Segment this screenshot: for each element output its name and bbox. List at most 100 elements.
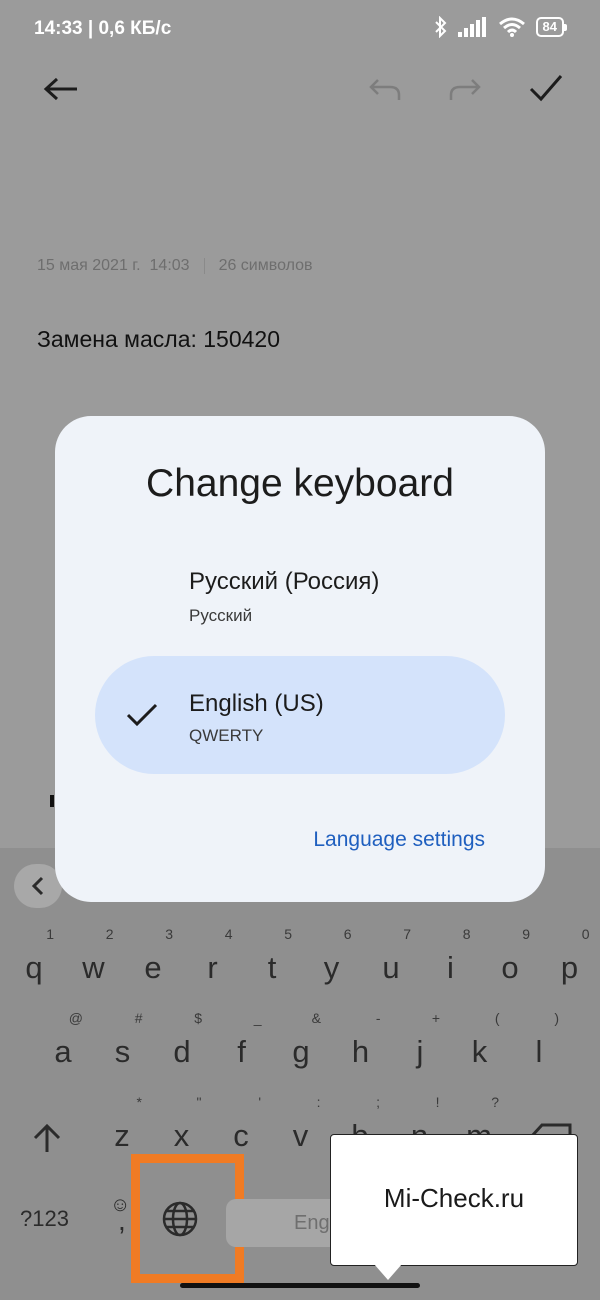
status-time: 14:33 | 0,6 КБ/с xyxy=(34,18,172,39)
key-c[interactable]: ' c xyxy=(219,1094,263,1154)
key-label: z xyxy=(114,1118,130,1153)
key-label: s xyxy=(114,1034,131,1069)
back-button[interactable] xyxy=(36,66,86,112)
watermark-callout: Mi-Check.ru xyxy=(330,1134,578,1266)
key-hint: ( xyxy=(494,1010,500,1026)
option-russian-name[interactable]: Русский (Россия) xyxy=(189,568,379,596)
battery-indicator: 84 xyxy=(535,17,568,37)
bluetooth-icon xyxy=(434,16,446,38)
key-hint: 4 xyxy=(224,926,233,942)
key-label: d xyxy=(173,1034,191,1069)
key-label: f xyxy=(237,1034,246,1069)
key-label: p xyxy=(560,950,579,985)
key-x[interactable]: " x xyxy=(160,1094,204,1154)
meta-divider xyxy=(203,258,205,274)
key-label: a xyxy=(54,1034,72,1069)
key-r[interactable]: 4r xyxy=(191,926,235,986)
key-hint: 1 xyxy=(46,926,54,942)
key-h[interactable]: -h xyxy=(339,1010,383,1070)
key-hint: 2 xyxy=(105,926,114,942)
key-u[interactable]: 7u xyxy=(369,926,413,986)
key-y[interactable]: 6y xyxy=(310,926,354,986)
key-hint: 3 xyxy=(165,926,173,942)
space-key-label: Eng xyxy=(294,1212,330,1234)
key-label: v xyxy=(292,1118,309,1153)
note-body[interactable]: Замена масла: 150420 xyxy=(37,326,280,353)
key-p[interactable]: 0p xyxy=(548,926,592,986)
chevron-left-icon xyxy=(31,876,44,896)
key-hint: ) xyxy=(554,1010,559,1026)
signal-icon xyxy=(457,17,486,37)
key-hint: - xyxy=(375,1010,381,1026)
callout-tail xyxy=(374,1264,402,1280)
key-z[interactable]: * z xyxy=(100,1094,144,1154)
key-label: o xyxy=(501,950,519,985)
redo-button[interactable] xyxy=(442,66,488,112)
language-settings-link[interactable]: Language settings xyxy=(313,828,485,852)
key-label: h xyxy=(351,1034,370,1069)
key-hint: * xyxy=(136,1094,142,1110)
key-hint: : xyxy=(316,1094,321,1110)
shift-key[interactable] xyxy=(30,1122,66,1154)
key-hint: ! xyxy=(435,1094,440,1110)
key-g[interactable]: & g xyxy=(279,1010,323,1070)
selected-check-icon xyxy=(124,700,160,730)
key-s[interactable]: # s xyxy=(101,1010,145,1070)
dialog-title: Change keyboard xyxy=(146,462,454,505)
option-english-name: English (US) xyxy=(189,690,324,717)
key-label: j xyxy=(416,1034,424,1069)
key-v[interactable]: :v xyxy=(279,1094,323,1154)
key-hint: $ xyxy=(194,1010,202,1026)
key-i[interactable]: 8i xyxy=(429,926,473,986)
key-w[interactable]: 2w xyxy=(72,926,116,986)
note-meta: 15 мая 2021 г. 14:03 26 символов xyxy=(37,257,313,275)
key-label: k xyxy=(471,1034,488,1069)
key-f[interactable]: _ f xyxy=(220,1010,264,1070)
key-hint: ? xyxy=(491,1094,499,1110)
key-hint: _ xyxy=(253,1010,262,1026)
status-bar: 14:33 | 0,6 КБ/с 84 xyxy=(0,0,600,60)
numbers-key[interactable]: ?123 xyxy=(20,1206,69,1232)
key-k[interactable]: (k xyxy=(458,1010,502,1070)
key-label: u xyxy=(382,950,400,985)
key-hint: 5 xyxy=(284,926,292,942)
arrow-up-icon xyxy=(33,1123,61,1152)
undo-icon xyxy=(369,79,401,100)
key-hint: # xyxy=(134,1010,143,1026)
option-russian-layout: Русский xyxy=(189,606,253,625)
checkmark-icon xyxy=(529,75,563,102)
watermark-text: Mi-Check.ru xyxy=(383,1183,525,1213)
key-label: x xyxy=(173,1118,190,1153)
key-label: g xyxy=(292,1034,310,1069)
key-label: t xyxy=(267,950,277,985)
key-hint: " xyxy=(196,1094,202,1110)
wifi-icon xyxy=(498,17,525,37)
key-l[interactable]: ) l xyxy=(517,1010,561,1070)
key-t[interactable]: 5t xyxy=(250,926,294,986)
key-hint: ' xyxy=(258,1094,261,1110)
save-button[interactable] xyxy=(522,64,570,112)
option-english-layout: QWERTY xyxy=(189,726,264,745)
key-label: y xyxy=(323,950,340,985)
redo-icon xyxy=(449,79,481,100)
comma-key[interactable]: , xyxy=(118,1205,126,1237)
key-o[interactable]: 9o xyxy=(488,926,532,986)
key-hint: 8 xyxy=(462,926,471,942)
key-a[interactable]: @ a xyxy=(41,1010,85,1070)
key-d[interactable]: $ d xyxy=(160,1010,204,1070)
key-label: e xyxy=(144,950,162,985)
key-e[interactable]: 3e xyxy=(131,926,175,986)
undo-button[interactable] xyxy=(362,66,408,112)
key-hint: ; xyxy=(376,1094,380,1110)
key-hint: + xyxy=(431,1010,440,1026)
status-icons: 84 xyxy=(434,16,568,38)
key-label: q xyxy=(25,950,43,985)
key-hint: 7 xyxy=(403,926,411,942)
key-label: w xyxy=(82,950,105,985)
key-j[interactable]: + j xyxy=(398,1010,442,1070)
key-q[interactable]: 1q xyxy=(12,926,56,986)
note-date: 15 мая 2021 г. xyxy=(37,257,141,274)
key-label: r xyxy=(207,950,218,985)
key-hint: 0 xyxy=(581,926,590,942)
key-hint: 6 xyxy=(343,926,352,942)
